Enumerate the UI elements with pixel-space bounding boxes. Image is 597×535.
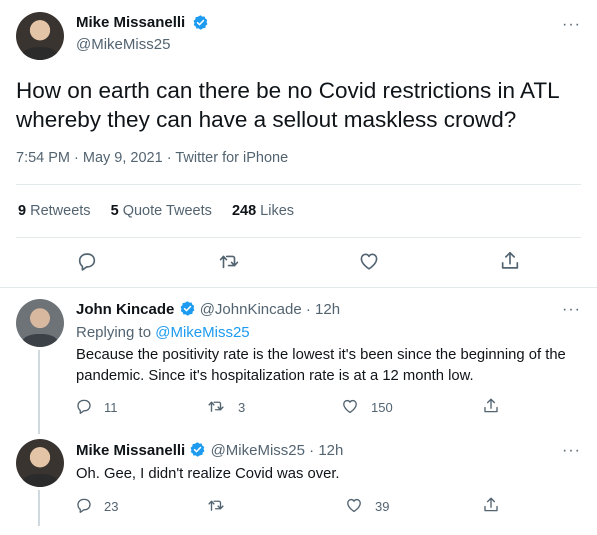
replying-to-link[interactable]: @MikeMiss25 bbox=[155, 324, 249, 341]
like-button[interactable] bbox=[356, 248, 382, 274]
share-icon bbox=[484, 497, 498, 512]
reply-author-handle[interactable]: @MikeMiss25 bbox=[211, 442, 305, 459]
reply-text: Because the positivity rate is the lowes… bbox=[76, 347, 566, 384]
verified-badge-icon bbox=[190, 442, 205, 457]
divider bbox=[16, 184, 581, 185]
replying-to: Replying to @MikeMiss25 bbox=[76, 324, 250, 341]
retweets-stat[interactable]: 9 Retweets bbox=[18, 203, 91, 219]
reply-button[interactable] bbox=[74, 396, 94, 416]
author-avatar[interactable] bbox=[16, 12, 64, 60]
divider bbox=[0, 287, 597, 288]
tweet-text: How on earth can there be no Covid restr… bbox=[16, 78, 559, 132]
reply-author-avatar[interactable] bbox=[16, 439, 64, 487]
share-button[interactable] bbox=[497, 248, 523, 274]
author-name[interactable]: Mike Missanelli bbox=[76, 14, 185, 31]
tweet-meta: 7:54 PM · May 9, 2021 · Twitter for iPho… bbox=[16, 150, 289, 166]
tweet-time[interactable]: 7:54 PM bbox=[16, 150, 70, 166]
reply-button[interactable] bbox=[74, 248, 100, 274]
like-icon bbox=[347, 498, 361, 513]
thread-line bbox=[38, 490, 40, 526]
retweet-count: 3 bbox=[238, 400, 246, 415]
retweet-icon bbox=[208, 500, 224, 511]
like-icon bbox=[343, 399, 357, 414]
engagement-stats: 9 Retweets 5 Quote Tweets 248 Likes bbox=[18, 203, 310, 219]
more-options-button[interactable]: ··· bbox=[562, 443, 581, 459]
verified-badge-icon bbox=[193, 15, 208, 30]
retweet-button[interactable] bbox=[216, 248, 242, 274]
reply-button[interactable] bbox=[74, 495, 94, 515]
reply-icon bbox=[78, 253, 96, 271]
tweet-date[interactable]: May 9, 2021 bbox=[83, 150, 163, 166]
reply-age[interactable]: 12h bbox=[318, 442, 343, 459]
more-options-button[interactable]: ··· bbox=[562, 17, 581, 33]
retweet-icon bbox=[208, 401, 224, 412]
reply-age[interactable]: 12h bbox=[315, 301, 340, 318]
retweet-button[interactable] bbox=[206, 495, 226, 515]
verified-badge-icon bbox=[180, 301, 194, 316]
more-options-button[interactable]: ··· bbox=[562, 302, 581, 318]
thread-line bbox=[38, 350, 40, 434]
reply-author-handle[interactable]: @JohnKincade bbox=[200, 301, 302, 318]
reply-text: Oh. Gee, I didn't realize Covid was over… bbox=[76, 466, 340, 482]
retweet-button[interactable] bbox=[206, 396, 226, 416]
quote-tweets-stat[interactable]: 5 Quote Tweets bbox=[111, 203, 212, 219]
author-handle[interactable]: @MikeMiss25 bbox=[76, 36, 170, 53]
share-button[interactable] bbox=[481, 396, 501, 416]
like-button[interactable] bbox=[340, 396, 360, 416]
reply-icon bbox=[77, 498, 91, 513]
divider bbox=[16, 237, 581, 238]
like-count: 39 bbox=[375, 499, 390, 514]
tweet-source[interactable]: Twitter for iPhone bbox=[175, 150, 288, 166]
reply-icon bbox=[77, 399, 91, 414]
share-icon bbox=[501, 251, 519, 269]
reply-author-name[interactable]: John Kincade bbox=[76, 301, 174, 318]
reply-author-avatar[interactable] bbox=[16, 299, 64, 347]
reply-count: 11 bbox=[104, 400, 118, 415]
share-icon bbox=[484, 398, 498, 413]
like-count: 150 bbox=[371, 400, 393, 415]
like-icon bbox=[360, 253, 378, 270]
reply-author-name[interactable]: Mike Missanelli bbox=[76, 442, 185, 459]
reply-header: Mike Missanelli @MikeMiss25 · 12h bbox=[76, 442, 344, 459]
reply-count: 23 bbox=[104, 499, 119, 514]
retweet-icon bbox=[219, 255, 239, 269]
reply-header: John Kincade @JohnKincade · 12h bbox=[76, 301, 341, 318]
likes-stat[interactable]: 248 Likes bbox=[232, 203, 294, 219]
share-button[interactable] bbox=[481, 495, 501, 515]
like-button[interactable] bbox=[344, 495, 364, 515]
